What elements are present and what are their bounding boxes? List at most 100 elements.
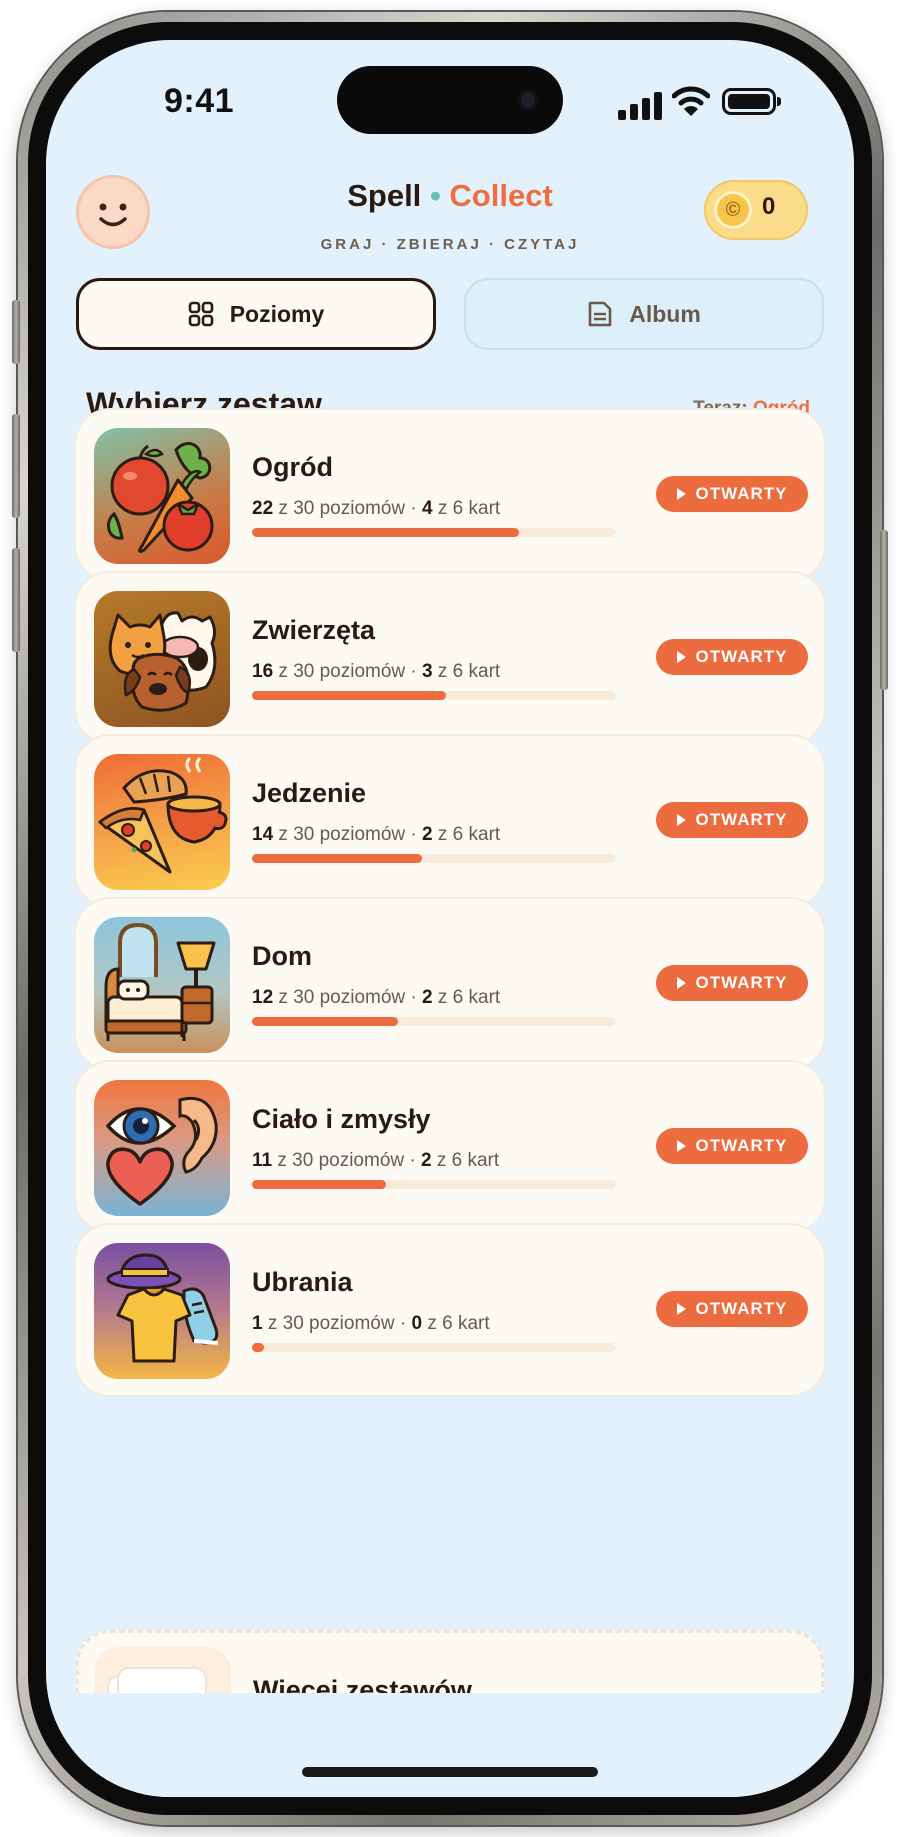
set-title: Ogród	[252, 452, 333, 482]
play-icon	[676, 977, 686, 989]
brand-spell: Spell	[347, 178, 422, 213]
volume-down-button	[12, 548, 20, 652]
progress-bar	[252, 691, 616, 700]
coin-balance[interactable]: © 0	[704, 180, 808, 240]
levels-done: 11	[252, 1150, 273, 1171]
cards-total: z 6 kart	[427, 1313, 490, 1334]
animals-illustration	[108, 611, 217, 712]
cards-total: z 6 kart	[436, 1150, 500, 1171]
dynamic-island	[337, 66, 563, 134]
badge-label: OTWARTY	[695, 1136, 788, 1155]
battery-icon	[722, 88, 781, 115]
cards-total: z 6 kart	[437, 824, 501, 845]
levels-done: 22	[252, 498, 274, 519]
badge-label: OTWARTY	[695, 973, 788, 992]
set-progress-text: 1 z 30 poziomów · 0 z 6 kart	[252, 1313, 490, 1335]
set-title: Zwierzęta	[252, 615, 376, 645]
open-badge[interactable]: OTWARTY	[656, 476, 808, 512]
food-art	[94, 754, 230, 890]
cards-total: z 6 kart	[437, 498, 501, 519]
status-time: 9:41	[164, 82, 235, 120]
tab-album-label: Album	[629, 300, 701, 327]
brand-dot: •	[429, 178, 441, 213]
bottom-safe-area	[46, 1693, 854, 1797]
brand-collect: Collect	[449, 178, 553, 213]
progress-fill	[252, 1343, 264, 1352]
garden-art	[94, 428, 230, 564]
clothes-art	[94, 1243, 230, 1379]
levels-done: 12	[252, 987, 274, 1008]
progress-bar	[252, 528, 616, 537]
set-card-home[interactable]: Dom 12 z 30 poziomów · 2 z 6 kart OTWART…	[76, 899, 824, 1069]
set-card-food[interactable]: Jedzenie 14 z 30 poziomów · 2 z 6 kart O…	[76, 736, 824, 906]
play-icon	[676, 488, 686, 500]
levels-done: 14	[252, 824, 274, 845]
food-illustration	[98, 756, 228, 874]
badge-label: OTWARTY	[695, 484, 788, 503]
cards-done: 2	[421, 1150, 432, 1171]
action-button	[12, 300, 20, 364]
garden-illustration	[106, 442, 214, 553]
set-title: Ubrania	[252, 1267, 353, 1297]
set-progress-text: 11 z 30 poziomów · 2 z 6 kart	[252, 1150, 499, 1172]
progress-fill	[252, 1180, 386, 1189]
levels-total: z 30 poziomów ·	[277, 1150, 416, 1171]
progress-fill	[252, 854, 422, 863]
levels-done: 1	[252, 1313, 263, 1334]
progress-bar	[252, 1017, 616, 1026]
body-art	[94, 1080, 230, 1216]
cards-done: 0	[411, 1313, 423, 1334]
open-badge[interactable]: OTWARTY	[656, 965, 808, 1001]
front-camera	[517, 89, 539, 111]
open-badge[interactable]: OTWARTY	[656, 1128, 808, 1164]
set-card-garden[interactable]: Ogród 22 z 30 poziomów · 4 z 6 kart OTWA…	[76, 410, 824, 580]
progress-bar	[252, 854, 616, 863]
set-title: Ciało i zmysły	[252, 1104, 431, 1134]
set-card-animals[interactable]: Zwierzęta 16 z 30 poziomów · 3 z 6 kart …	[76, 573, 824, 743]
badge-label: OTWARTY	[695, 1299, 788, 1318]
tab-album[interactable]: Album	[464, 278, 824, 350]
set-card-clothes[interactable]: Ubrania 1 z 30 poziomów · 0 z 6 kart OTW…	[76, 1225, 824, 1395]
cards-done: 3	[422, 661, 433, 682]
set-title: Jedzenie	[252, 778, 367, 808]
set-progress-text: 16 z 30 poziomów · 3 z 6 kart	[252, 661, 500, 683]
cellular-signal-icon	[618, 90, 662, 120]
home-art	[94, 917, 230, 1053]
progress-bar	[252, 1343, 616, 1352]
levels-done: 16	[252, 661, 274, 682]
cards-done: 4	[422, 498, 433, 519]
levels-total: z 30 poziomów ·	[278, 824, 417, 845]
power-button	[880, 530, 888, 690]
progress-fill	[252, 528, 519, 537]
cards-done: 2	[422, 987, 433, 1008]
progress-fill	[252, 1017, 398, 1026]
cards-total: z 6 kart	[437, 661, 501, 682]
status-bar: 9:41	[46, 40, 854, 150]
levels-total: z 30 poziomów ·	[278, 661, 417, 682]
play-icon	[676, 651, 686, 663]
set-title: Dom	[252, 941, 312, 971]
set-progress-text: 12 z 30 poziomów · 2 z 6 kart	[252, 987, 500, 1009]
open-badge[interactable]: OTWARTY	[656, 802, 808, 838]
grid-icon	[188, 301, 214, 327]
set-card-body[interactable]: Ciało i zmysły 11 z 30 poziomów · 2 z 6 …	[76, 1062, 824, 1232]
coin-icon: ©	[714, 191, 752, 229]
home-indicator[interactable]	[302, 1767, 598, 1777]
volume-up-button	[12, 414, 20, 518]
play-icon	[676, 1303, 686, 1315]
coin-count: 0	[762, 193, 776, 220]
tab-levels[interactable]: Poziomy	[76, 278, 436, 350]
badge-label: OTWARTY	[695, 810, 788, 829]
levels-total: z 30 poziomów ·	[278, 987, 417, 1008]
set-progress-text: 22 z 30 poziomów · 4 z 6 kart	[252, 498, 500, 520]
badge-label: OTWARTY	[695, 647, 788, 666]
body-illustration	[105, 1097, 218, 1206]
home-illustration	[104, 922, 216, 1041]
levels-total: z 30 poziomów ·	[267, 1313, 407, 1334]
animals-art	[94, 591, 230, 727]
clothes-illustration	[106, 1253, 219, 1363]
open-badge[interactable]: OTWARTY	[656, 1291, 808, 1327]
tab-levels-label: Poziomy	[229, 300, 325, 327]
open-badge[interactable]: OTWARTY	[656, 639, 808, 675]
app-screen: 9:41 Spell • Collect GRAJ · ZBIERAJ · CZ…	[46, 40, 854, 1797]
